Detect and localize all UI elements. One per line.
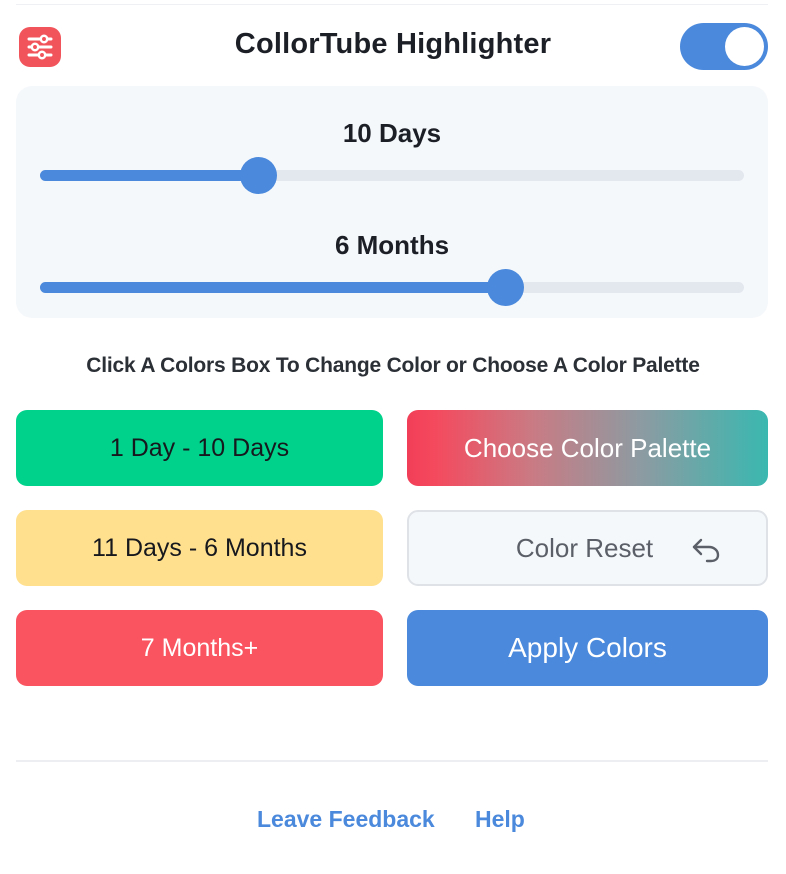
slider-1-fill bbox=[40, 170, 259, 181]
color-reset-label: Color Reset bbox=[515, 532, 654, 563]
slider-1-track[interactable] bbox=[40, 157, 744, 194]
apply-colors-label: Apply Colors bbox=[508, 632, 667, 663]
apply-colors-button[interactable]: Apply Colors bbox=[407, 610, 768, 686]
choose-palette-label: Choose Color Palette bbox=[463, 432, 712, 463]
slider-2-thumb[interactable] bbox=[486, 269, 524, 306]
footer-divider bbox=[16, 760, 768, 762]
undo-icon bbox=[692, 538, 720, 563]
color-reset-button[interactable]: Color Reset bbox=[407, 510, 768, 586]
slider-panel: 10 Days 6 Months bbox=[16, 86, 768, 318]
app-title: CollorTube Highlighter bbox=[234, 28, 552, 60]
help-link[interactable]: Help bbox=[475, 806, 525, 833]
range-1-label: 1 Day - 10 Days bbox=[109, 433, 290, 462]
range-2-label: 11 Days - 6 Months bbox=[92, 533, 307, 562]
extension-toggle[interactable] bbox=[680, 23, 768, 70]
range-3-color-button[interactable]: 7 Months+ bbox=[16, 610, 383, 686]
slider-2-track[interactable] bbox=[40, 269, 744, 306]
instruction-text: Click A Colors Box To Change Color or Ch… bbox=[86, 354, 700, 377]
leave-feedback-link[interactable]: Leave Feedback bbox=[257, 806, 435, 833]
slider-2-value: 6 Months bbox=[334, 230, 450, 260]
top-divider bbox=[16, 0, 768, 5]
slider-1-thumb[interactable] bbox=[240, 157, 278, 194]
slider-2-fill bbox=[40, 282, 505, 293]
range-1-color-button[interactable]: 1 Day - 10 Days bbox=[16, 410, 383, 486]
toggle-knob bbox=[725, 27, 764, 66]
choose-palette-button[interactable]: Choose Color Palette bbox=[407, 410, 768, 486]
range-3-label: 7 Months+ bbox=[140, 633, 259, 662]
range-2-color-button[interactable]: 11 Days - 6 Months bbox=[16, 510, 383, 586]
slider-1-value: 10 Days bbox=[342, 118, 442, 148]
